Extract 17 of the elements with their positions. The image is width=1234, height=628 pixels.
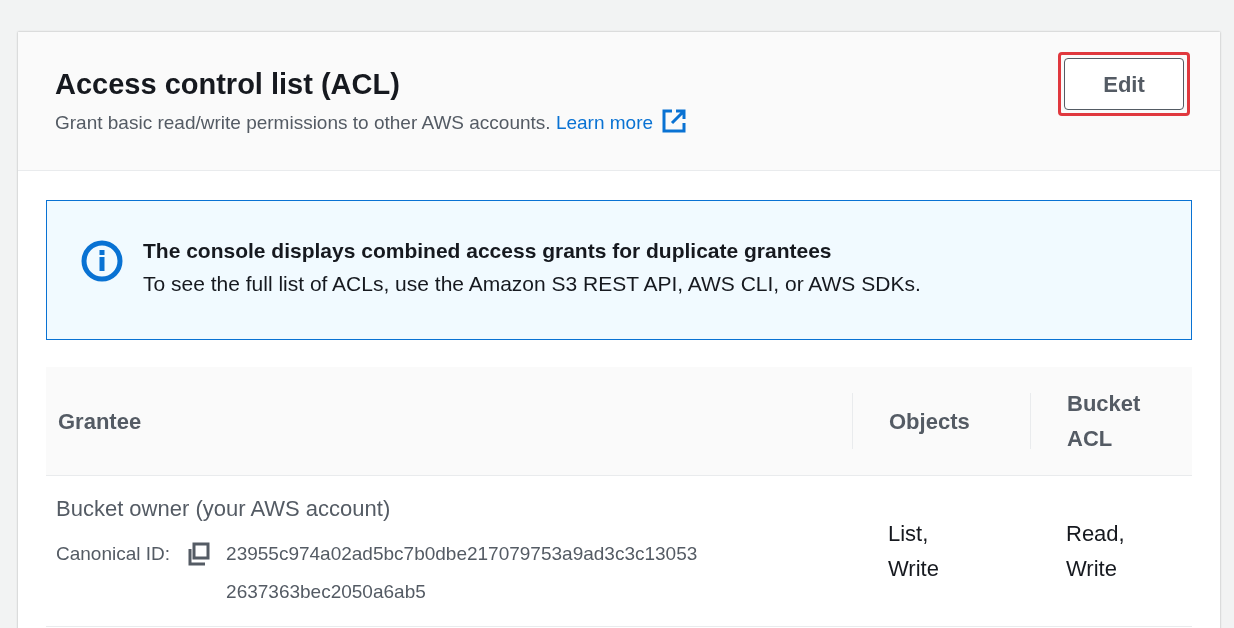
panel-description: Grant basic read/write permissions to other AWS accounts. Learn more [55, 108, 688, 138]
objects-permission: List, Write [888, 520, 940, 583]
column-header: Grantee [58, 408, 142, 434]
alert-title: The console displays combined access grants for duplicate grantees [143, 237, 833, 264]
learn-more-link[interactable]: Learn more [555, 112, 688, 134]
panel-title: Access control list (ACL) [55, 67, 401, 102]
column-header: Objects [889, 407, 970, 436]
id-label: Canonical ID: [56, 541, 171, 566]
column-header: Bucket ACL [1067, 390, 1142, 453]
copy-icon[interactable] [186, 541, 211, 566]
info-icon [81, 240, 123, 282]
external-link-icon [661, 108, 688, 135]
edit-button[interactable]: Edit [1064, 58, 1184, 110]
bucket-acl-permission: Read, Write [1066, 520, 1126, 583]
grantee-name: Bucket owner (your AWS account) [56, 494, 392, 523]
alert-message: To see the full list of ACLs, use the Amazon S3 REST API, AWS CLI, or AWS SDKs. [143, 271, 921, 297]
canonical-id: 23955c974a02ad5bc7b0dbe217079753a9ad3c3c130532637363bec2050a6ab5 [226, 541, 699, 604]
